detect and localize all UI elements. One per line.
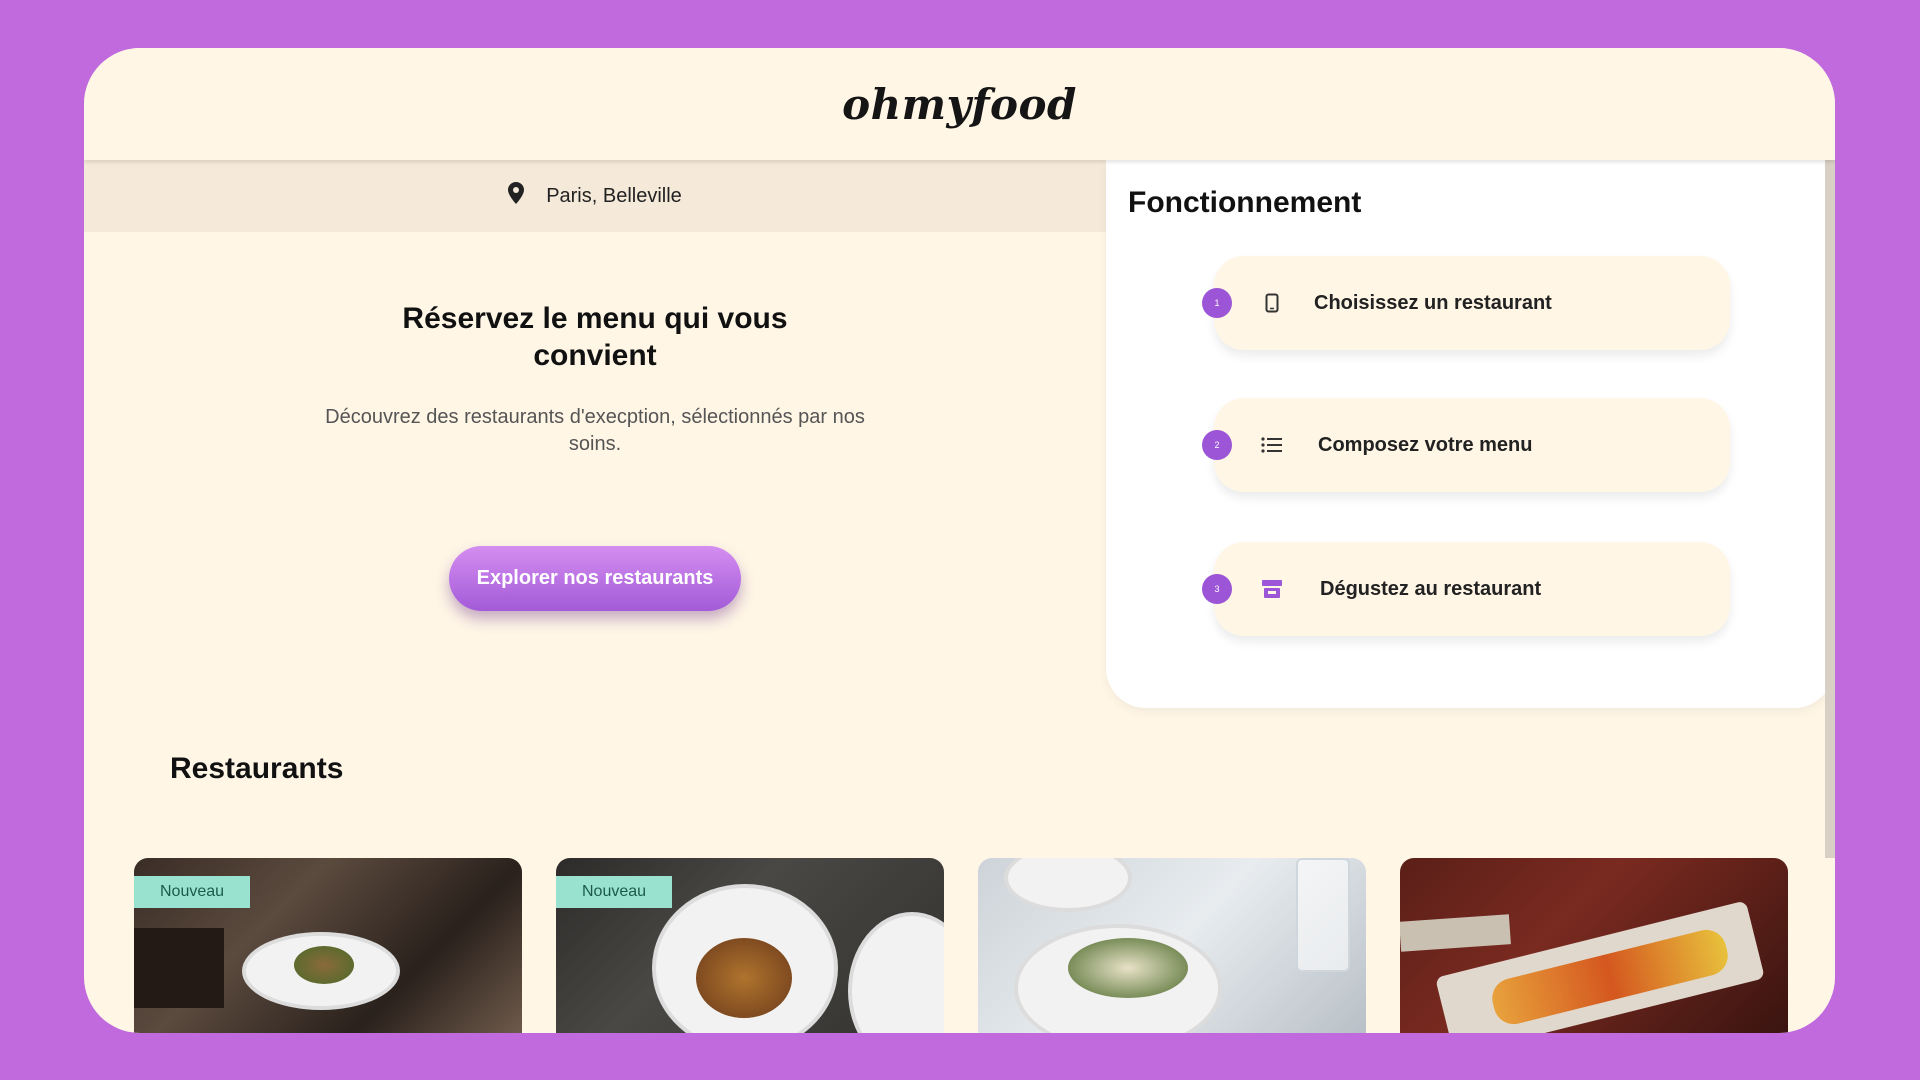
restaurant-photo xyxy=(852,916,944,1033)
location-text: Paris, Belleville xyxy=(546,184,682,207)
step-number: 2 xyxy=(1202,430,1232,460)
restaurant-photo xyxy=(1296,858,1350,972)
scrollbar[interactable] xyxy=(1825,158,1835,858)
store-icon xyxy=(1260,577,1284,601)
restaurant-card[interactable]: Nouveau xyxy=(556,858,944,1033)
phone-icon xyxy=(1260,291,1284,315)
step-enjoy-restaurant[interactable]: 3 Dégustez au restaurant xyxy=(1202,542,1730,636)
new-badge: Nouveau xyxy=(556,876,673,908)
list-icon xyxy=(1260,433,1284,457)
step-label: Dégustez au restaurant xyxy=(1320,577,1542,600)
hero-title: Réservez le menu qui vous convient xyxy=(402,302,788,372)
site-header: ohmyfood xyxy=(84,48,1835,160)
restaurant-card[interactable] xyxy=(1400,858,1788,1033)
step-label: Composez votre menu xyxy=(1318,433,1533,456)
restaurant-photo xyxy=(1400,914,1511,952)
restaurant-photo xyxy=(696,938,792,1018)
restaurant-photo xyxy=(1068,938,1188,998)
explore-restaurants-button[interactable]: Explorer nos restaurants xyxy=(448,546,742,611)
restaurant-photo xyxy=(294,946,354,984)
how-it-works-title: Fonctionnement xyxy=(1128,186,1362,219)
step-number: 1 xyxy=(1202,288,1232,318)
step-label: Choisissez un restaurant xyxy=(1314,291,1552,314)
logo[interactable]: ohmyfood xyxy=(842,80,1077,129)
restaurant-card[interactable]: Nouveau xyxy=(134,858,522,1033)
restaurant-card[interactable] xyxy=(978,858,1366,1033)
hero-subtitle: Découvrez des restaurants d'execption, s… xyxy=(325,406,865,455)
step-number: 3 xyxy=(1202,574,1232,604)
location-pin-icon xyxy=(508,182,525,210)
new-badge: Nouveau xyxy=(134,876,251,908)
step-choose-restaurant[interactable]: 1 Choisissez un restaurant xyxy=(1202,256,1730,350)
app-window: ohmyfood Paris, Belleville Réservez le m… xyxy=(84,48,1835,1033)
restaurant-photo xyxy=(1008,858,1128,908)
hero-section: Réservez le menu qui vous convient Décou… xyxy=(84,232,1106,752)
restaurant-photo xyxy=(134,928,224,1008)
restaurants-title: Restaurants xyxy=(170,752,344,785)
how-it-works-panel: Fonctionnement 1 Choisissez un restauran… xyxy=(1106,160,1834,708)
location-bar: Paris, Belleville xyxy=(84,160,1106,232)
step-compose-menu[interactable]: 2 Composez votre menu xyxy=(1202,398,1730,492)
